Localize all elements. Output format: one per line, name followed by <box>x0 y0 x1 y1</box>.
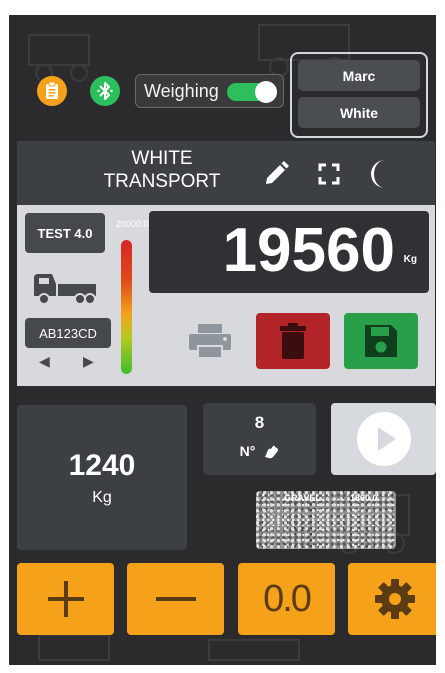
tare-unit: Kg <box>92 489 112 506</box>
weight-value: 19560 <box>222 216 395 285</box>
material-price: 1800.0 <box>350 493 378 503</box>
clipboard-icon <box>46 82 58 99</box>
save-button[interactable] <box>344 313 418 369</box>
weighing-toggle-box: Weighing <box>135 74 284 108</box>
plus-icon <box>47 581 84 617</box>
material-name: GRAVEL <box>284 493 321 503</box>
printer-icon <box>189 324 231 359</box>
moon-icon[interactable] <box>367 159 393 189</box>
test-button[interactable]: TEST 4.0 <box>25 213 105 253</box>
minus-icon <box>155 597 196 601</box>
hand-icon <box>265 445 279 458</box>
settings-button[interactable] <box>348 563 436 635</box>
counter-value: 8 <box>254 413 265 432</box>
bluetooth-button[interactable] <box>90 76 120 106</box>
pencil-icon[interactable] <box>263 161 289 187</box>
weighing-label: Weighing <box>144 80 219 101</box>
zero-label: 0.0 <box>263 577 312 620</box>
user-last-name-button[interactable]: White <box>298 97 420 128</box>
play-icon <box>356 412 411 466</box>
company-header: WHITE TRANSPORT <box>17 141 435 205</box>
user-panel: Marc White <box>290 52 428 138</box>
material-selector[interactable]: GRAVEL 1800.0 <box>256 491 396 549</box>
add-button[interactable] <box>17 563 114 635</box>
tare-value: 1240 <box>68 449 136 482</box>
clipboard-button[interactable] <box>37 76 67 106</box>
company-name-line2: TRANSPORT <box>103 171 221 192</box>
company-name: WHITE TRANSPORT <box>77 147 247 193</box>
next-plate-arrow[interactable]: ▶ <box>83 353 94 370</box>
load-gauge <box>121 240 132 374</box>
delete-button[interactable] <box>256 313 330 369</box>
weighing-toggle[interactable] <box>227 81 277 103</box>
company-name-line1: WHITE <box>131 148 193 169</box>
counter-label-row: N° <box>203 443 316 459</box>
zero-button[interactable]: 0.0 <box>238 563 335 635</box>
fullscreen-icon[interactable] <box>318 163 340 185</box>
truck-icon <box>34 274 96 305</box>
weight-display: 19560 Kg <box>149 211 429 293</box>
weight-unit: Kg <box>403 254 417 265</box>
weighing-counter: 8 N° <box>203 403 316 475</box>
trash-icon <box>280 323 306 359</box>
start-button[interactable] <box>331 403 436 475</box>
gauge-max-label: 20000.0 <box>116 219 149 229</box>
scale-panel: TEST 4.0 AB123CD ◀ ▶ 20000.0 19560 Kg <box>17 205 435 386</box>
user-first-name-button[interactable]: Marc <box>298 60 420 91</box>
previous-plate-arrow[interactable]: ◀ <box>39 353 50 370</box>
license-plate-button[interactable]: AB123CD <box>25 318 111 348</box>
toggle-knob <box>255 81 277 103</box>
bluetooth-icon <box>97 82 113 100</box>
app-screen: Weighing Marc White WHITE TRANSPORT TEST… <box>9 15 436 665</box>
counter-label: N° <box>239 443 256 459</box>
print-button[interactable] <box>175 313 245 369</box>
tare-display: 1240 Kg <box>17 405 187 550</box>
save-icon <box>365 325 397 357</box>
gear-icon <box>375 579 415 619</box>
subtract-button[interactable] <box>127 563 224 635</box>
